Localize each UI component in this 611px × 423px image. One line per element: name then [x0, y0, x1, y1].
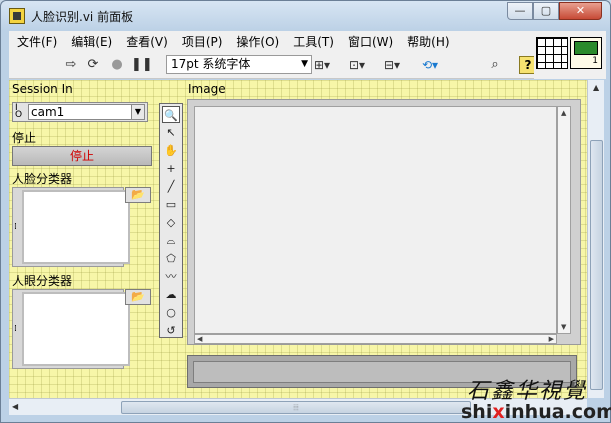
- resize-objects-dropdown[interactable]: ⊟▾: [384, 56, 400, 74]
- vi-icon[interactable]: 1: [570, 37, 602, 69]
- chevron-down-icon: ▼: [301, 59, 308, 69]
- vi-icon-screen: [574, 41, 598, 55]
- font-select-value: 17pt 系统字体: [171, 57, 251, 71]
- session-in-value[interactable]: cam1: [28, 104, 132, 120]
- image-horizontal-scrollbar[interactable]: ◀ ▶: [194, 334, 557, 344]
- rectangle-tool-icon[interactable]: ▭: [162, 196, 180, 213]
- connector-area: 1: [534, 31, 606, 79]
- pointer-tool-icon[interactable]: ↖: [162, 124, 180, 141]
- menu-file[interactable]: 文件(F): [9, 33, 63, 50]
- face-classifier-label: 人脸分类器: [12, 172, 73, 186]
- align-objects-dropdown[interactable]: ⊞▾: [314, 56, 330, 74]
- zoom-tool-icon[interactable]: 🔍: [162, 106, 180, 123]
- pause-icon[interactable]: ❚❚: [131, 57, 153, 73]
- labview-app-icon: [9, 8, 25, 24]
- pan-hand-tool-icon[interactable]: ✋: [162, 142, 180, 159]
- line-tool-icon[interactable]: ╱: [162, 178, 180, 195]
- scroll-up-icon[interactable]: ▲: [593, 83, 599, 92]
- face-classifier-path-input[interactable]: [22, 190, 130, 264]
- image-vertical-scrollbar[interactable]: ▲ ▼: [557, 106, 571, 334]
- session-in-label: Session In: [12, 82, 73, 96]
- oval-tool-icon[interactable]: ○: [162, 304, 180, 321]
- face-classifier-browse-button[interactable]: 📂: [125, 187, 151, 203]
- distribute-objects-dropdown[interactable]: ⊡▾: [349, 56, 365, 74]
- image-display: ▲ ▼ ◀ ▶: [187, 99, 581, 345]
- run-continuous-icon[interactable]: ⟳: [85, 57, 101, 73]
- front-panel-canvas[interactable]: Session In IO cam1 ▼ 停止 停止 人脸分类器 ⁞ 📂 人眼分…: [9, 80, 587, 398]
- path-icon: ⁞: [14, 222, 17, 232]
- session-in-control[interactable]: IO cam1 ▼: [12, 102, 148, 122]
- window-controls: — ▢ ✕: [507, 2, 602, 20]
- run-arrow-icon[interactable]: ⇨: [63, 57, 79, 73]
- menu-project[interactable]: 项目(P): [174, 33, 229, 50]
- eye-classifier-path-control: ⁞: [12, 289, 130, 369]
- minimize-button[interactable]: —: [507, 2, 533, 20]
- menu-operate[interactable]: 操作(O): [228, 33, 285, 50]
- image-canvas[interactable]: [194, 106, 557, 334]
- scroll-down-icon[interactable]: ▼: [561, 323, 566, 331]
- connector-pane[interactable]: [536, 37, 568, 69]
- watermark-url-post: inhua.com: [504, 401, 611, 423]
- eye-classifier-label: 人眼分类器: [12, 274, 73, 288]
- title-bar[interactable]: 人脸识别.vi 前面板 — ▢ ✕: [1, 1, 610, 31]
- chevron-down-icon[interactable]: ▼: [131, 104, 145, 120]
- scroll-up-icon[interactable]: ▲: [561, 109, 566, 117]
- watermark-url: shixinhua.com: [461, 401, 611, 423]
- watermark-logo: 石鑫华視覺 shixinhua.com: [461, 373, 611, 423]
- eye-classifier-path-input[interactable]: [22, 292, 130, 366]
- freehand-region-tool-icon[interactable]: ☁: [162, 286, 180, 303]
- annulus-tool-icon[interactable]: ⌓: [162, 232, 180, 249]
- maximize-button[interactable]: ▢: [533, 2, 559, 20]
- close-button[interactable]: ✕: [559, 2, 602, 20]
- image-label: Image: [188, 82, 226, 96]
- reorder-dropdown[interactable]: ⟲▾: [422, 56, 438, 74]
- abort-icon[interactable]: ●: [109, 57, 125, 73]
- window-title: 人脸识别.vi 前面板: [31, 10, 134, 24]
- freehand-line-tool-icon[interactable]: 〰: [162, 268, 180, 285]
- rotate-tool-icon[interactable]: ↺: [162, 322, 180, 339]
- menu-view[interactable]: 查看(V): [118, 33, 174, 50]
- menu-bar: 文件(F) 编辑(E) 查看(V) 项目(P) 操作(O) 工具(T) 窗口(W…: [9, 31, 534, 51]
- front-panel-window: 人脸识别.vi 前面板 — ▢ ✕ 文件(F) 编辑(E) 查看(V) 项目(P…: [0, 0, 611, 423]
- watermark-url-x: x: [492, 401, 505, 423]
- search-icon[interactable]: ⌕: [487, 57, 503, 73]
- point-tool-icon[interactable]: +: [162, 160, 180, 177]
- horizontal-scroll-thumb[interactable]: ⦙⦙⦙: [121, 401, 471, 414]
- menu-tools[interactable]: 工具(T): [285, 33, 340, 50]
- window-vertical-scrollbar[interactable]: ▲: [587, 80, 604, 398]
- stop-button[interactable]: 停止: [12, 146, 152, 166]
- menu-window[interactable]: 窗口(W): [340, 33, 399, 50]
- scroll-right-icon[interactable]: ▶: [549, 335, 554, 343]
- io-name-icon: IO: [15, 103, 23, 120]
- toolbar: ⇨ ⟳ ● ❚❚ 17pt 系统字体 ▼ ⊞▾ ⊡▾ ⊟▾ ⟲▾ ⌕ ?: [9, 51, 537, 79]
- face-classifier-path-control: ⁞: [12, 187, 130, 267]
- image-tools-palette: 🔍 ↖ ✋ + ╱ ▭ ◇ ⌓ ⬠ 〰 ☁ ○ ↺: [159, 103, 183, 338]
- vertical-scroll-thumb[interactable]: [590, 140, 603, 390]
- path-icon: ⁞: [14, 324, 17, 334]
- stop-label: 停止: [12, 131, 37, 145]
- watermark-url-pre: shi: [461, 401, 493, 423]
- font-select[interactable]: 17pt 系统字体 ▼: [166, 55, 312, 74]
- eye-classifier-browse-button[interactable]: 📂: [125, 289, 151, 305]
- scroll-left-icon[interactable]: ◀: [197, 335, 202, 343]
- polygon-tool-icon[interactable]: ⬠: [162, 250, 180, 267]
- menu-edit[interactable]: 编辑(E): [63, 33, 118, 50]
- scroll-left-icon[interactable]: ◀: [12, 402, 18, 411]
- rotated-rectangle-tool-icon[interactable]: ◇: [162, 214, 180, 231]
- menu-help[interactable]: 帮助(H): [399, 33, 455, 50]
- vi-icon-number: 1: [592, 56, 598, 66]
